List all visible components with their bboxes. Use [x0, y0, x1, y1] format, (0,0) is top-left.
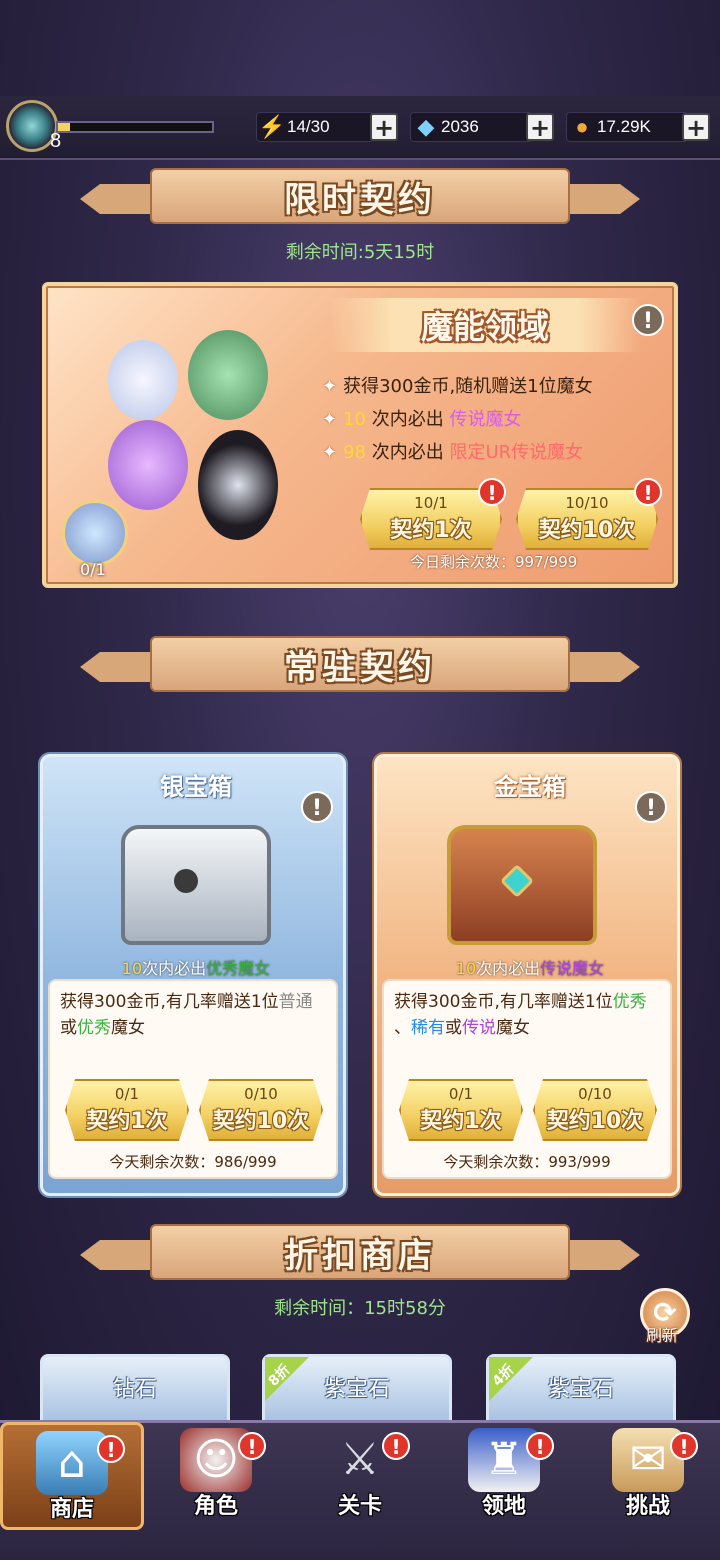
limited-daily-remaining: 今日剩余次数：997/999 [410, 553, 578, 571]
lightning-icon: ⚡ [258, 114, 286, 139]
sparkle-icon: ✦ [322, 442, 338, 463]
diamond-value: 2036 [441, 117, 479, 136]
alert-icon: ! [670, 1432, 698, 1460]
nav-tab-challenge[interactable]: ✉ 挑战 ! [576, 1422, 720, 1530]
limited-reward-line-2: ✦ 10 次内必出 传说魔女 [322, 409, 522, 430]
pull-label: 契约1次 [390, 518, 472, 543]
stamina-value: 14/30 [287, 117, 330, 136]
xp-bar [56, 121, 214, 133]
alert-icon: ! [238, 1432, 266, 1460]
player-level: 8 [50, 130, 62, 152]
limited-info-icon[interactable]: ! [632, 304, 664, 336]
avatar-count: 0/1 [80, 560, 106, 579]
silver-description: 获得300金币,有几率赠送1位普通 或优秀魔女 [60, 992, 313, 1038]
coin-counter: ● 17.29K [566, 112, 688, 142]
limited-reward-line-3: ✦ 98 次内必出 限定UR传说魔女 [322, 442, 584, 463]
nav-tab-territory[interactable]: ♜ 领地 ! [432, 1422, 576, 1530]
banner-name-plate: 魔能领域 [330, 298, 640, 352]
shop-item-purple-gem-2[interactable]: 4折 紫宝石 [486, 1354, 676, 1424]
shop-item-name: 紫宝石 [323, 1377, 390, 1402]
nav-tab-character[interactable]: ☺ 角色 ! [144, 1422, 288, 1530]
silver-info-icon[interactable]: ! [301, 791, 333, 823]
add-diamond-button[interactable]: + [526, 113, 554, 141]
lock-icon [174, 869, 198, 893]
sparkle-icon: ✦ [322, 409, 338, 430]
limited-section-title: 限时契约 [284, 179, 436, 220]
alert-icon: ! [634, 478, 662, 506]
shop-item-name: 钻石 [112, 1377, 157, 1402]
pull-cost: 0/1 [448, 1085, 474, 1103]
silver-chest-card[interactable]: 银宝箱 ! 10次内必出优秀魔女 获得300金币,有几率赠送1位普通 或优秀魔女 … [40, 754, 346, 1196]
silver-pull-10-button[interactable]: 0/10 契约10次 [199, 1079, 323, 1141]
gold-pull-1-button[interactable]: 0/1 契约1次 [399, 1079, 523, 1141]
pull-label: 契约10次 [212, 1109, 310, 1134]
alert-icon: ! [478, 478, 506, 506]
coin-icon: ● [575, 114, 589, 139]
stamina-counter: ⚡ 14/30 [256, 112, 374, 142]
gold-remaining: 今天剩余次数：993/999 [443, 1153, 611, 1171]
nav-tab-shop[interactable]: ⌂ 商店 ! [0, 1422, 144, 1530]
gold-chest-icon [447, 825, 597, 945]
alert-icon: ! [526, 1432, 554, 1460]
gold-description: 获得300金币,有几率赠送1位优秀 、稀有或传说魔女 [394, 992, 647, 1038]
gold-chest-card[interactable]: 金宝箱 ! 10次内必出传说魔女 获得300金币,有几率赠送1位优秀 、稀有或传说… [374, 754, 680, 1196]
pull-label: 契约10次 [546, 1109, 644, 1134]
pull-label: 契约10次 [538, 518, 636, 543]
coin-value: 17.29K [597, 117, 651, 136]
diamond-counter: ◆ 2036 [410, 112, 532, 142]
pull-cost: 0/1 [114, 1085, 140, 1103]
limited-reward-line-1: ✦ 获得300金币,随机赠送1位魔女 [322, 376, 593, 397]
silver-remaining: 今天剩余次数：986/999 [109, 1153, 277, 1171]
discount-section-title: 折扣商店 [284, 1235, 436, 1276]
silver-pull-1-button[interactable]: 0/1 契约1次 [65, 1079, 189, 1141]
pull-cost: 0/10 [244, 1085, 278, 1103]
diamond-icon: ◆ [417, 114, 435, 139]
shop-icon: ⌂ [36, 1431, 108, 1495]
alert-icon: ! [97, 1435, 125, 1463]
sparkle-icon: ✦ [322, 376, 338, 397]
gold-pull-10-button[interactable]: 0/10 契约10次 [533, 1079, 657, 1141]
pull-cost: 0/10 [578, 1085, 612, 1103]
add-coin-button[interactable]: + [682, 113, 710, 141]
shop-item-name: 紫宝石 [547, 1377, 614, 1402]
gem-icon [500, 864, 534, 898]
refresh-label: 刷新 [646, 1326, 679, 1345]
banner-name: 魔能领域 [420, 308, 549, 346]
gold-info-icon[interactable]: ! [635, 791, 667, 823]
silver-chest-icon [121, 825, 271, 945]
shop-item-purple-gem-1[interactable]: 8折 紫宝石 [262, 1354, 452, 1424]
discount-remaining-time: 剩余时间：15时58分 [274, 1298, 446, 1319]
discount-section-banner: 折扣商店 [80, 1222, 640, 1282]
nav-tab-stages[interactable]: ⚔ 关卡 ! [288, 1422, 432, 1530]
pull-label: 契约1次 [420, 1109, 502, 1134]
alert-icon: ! [382, 1432, 410, 1460]
standard-section-title: 常驻契约 [284, 647, 436, 688]
gold-guarantee: 10次内必出传说魔女 [455, 959, 605, 978]
limited-section-banner: 限时契约 [80, 166, 640, 226]
add-stamina-button[interactable]: + [370, 113, 398, 141]
silver-guarantee: 10次内必出优秀魔女 [121, 959, 271, 978]
shop-item-diamond[interactable]: 钻石 [40, 1354, 230, 1424]
pull-label: 契约1次 [86, 1109, 168, 1134]
standard-section-banner: 常驻契约 [80, 634, 640, 694]
limited-remaining-time: 剩余时间:5天15时 [285, 242, 435, 263]
featured-witch-avatar[interactable] [62, 500, 128, 566]
